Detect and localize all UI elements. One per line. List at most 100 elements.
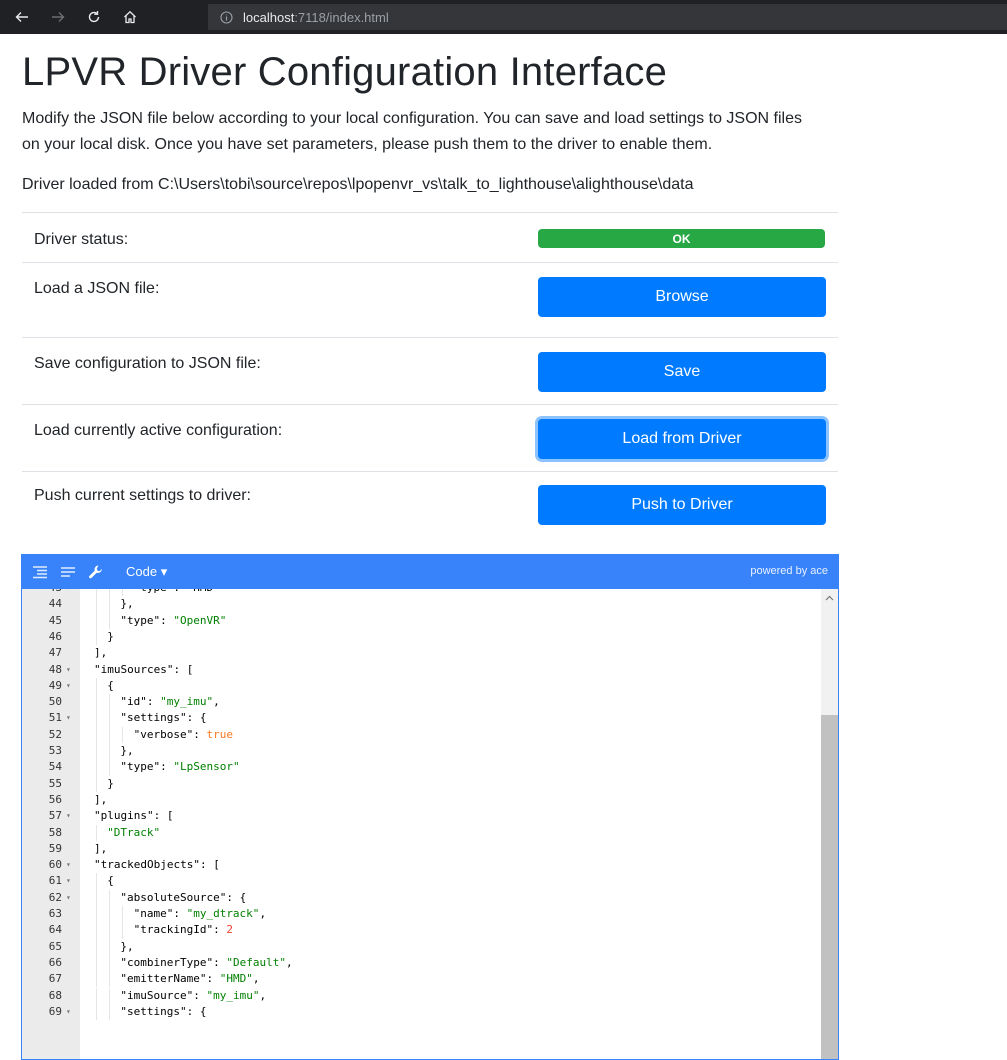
indent-guide [96, 971, 97, 988]
fold-toggle-icon[interactable]: ▾ [66, 678, 71, 694]
code-line: 45 "type": "OpenVR" [22, 612, 838, 629]
code-text: "name": "my_dtrack", [133, 907, 267, 920]
home-button[interactable] [112, 0, 148, 34]
indent-guide [96, 589, 97, 597]
line-number: 62 [48, 890, 62, 904]
compact-icon [61, 567, 75, 577]
code-line: 56], [22, 792, 838, 808]
mode-dropdown[interactable]: Code ▾ [126, 564, 167, 580]
page-title: LPVR Driver Configuration Interface [22, 50, 668, 94]
indent-guide [122, 726, 124, 743]
code-text: "emitterName": "HMD", [120, 972, 260, 986]
load-json-row: Load a JSON file: Browse [22, 262, 838, 338]
format-button[interactable] [26, 555, 54, 589]
code-text: "settings": { [120, 1004, 207, 1018]
address-bar[interactable]: localhost:7118/index.html [208, 4, 1007, 30]
fold-toggle-icon[interactable]: ▾ [66, 808, 71, 824]
load-json-label: Load a JSON file: [34, 280, 160, 297]
code-line: 51 ▾ "settings": { [22, 710, 838, 727]
code-text: "type": "HMD" [134, 589, 220, 596]
fold-toggle-icon[interactable]: ▾ [66, 589, 71, 596]
line-number: 48 [48, 662, 62, 676]
code-line: 63 "name": "my_dtrack", [22, 906, 838, 923]
code-text: "DTrack" [107, 825, 161, 839]
fold-toggle-icon[interactable]: ▾ [66, 662, 71, 678]
code-line: 65}, [22, 938, 838, 955]
powered-by-ace: powered by ace [750, 565, 828, 577]
line-number: 47 [48, 646, 62, 660]
push-label: Push current settings to driver: [34, 487, 251, 504]
indent-guide [109, 987, 111, 1004]
line-number: 60 [48, 858, 62, 872]
code-line: 68 "imuSource": "my_imu", [22, 987, 838, 1004]
code-text: ], [94, 841, 108, 855]
scroll-up-button[interactable] [821, 589, 838, 606]
fold-toggle-icon[interactable]: ▾ [66, 890, 71, 906]
fold-toggle-icon[interactable]: ▾ [66, 857, 71, 873]
code-line: 43 ▾ "type": "HMD" [22, 589, 838, 597]
repair-button[interactable] [82, 555, 110, 589]
code-text: "type": "OpenVR" [120, 613, 227, 627]
line-number: 51 [48, 711, 62, 725]
status-label: Driver status: [34, 231, 129, 248]
back-button[interactable] [4, 0, 40, 34]
code-line: 59], [22, 841, 838, 857]
json-editor: Code ▾ powered by ace 43▾"type": "HMD"44… [21, 554, 839, 1060]
indent-guide [96, 775, 97, 792]
code-text: "trackedObjects": [ [94, 858, 220, 872]
line-number: 55 [48, 776, 62, 790]
home-icon [124, 10, 136, 24]
code-area[interactable]: 43▾"type": "HMD"44},45"type": "OpenVR"46… [22, 589, 838, 1059]
code-text: "plugins": [ [94, 809, 174, 823]
indent-guide [109, 889, 111, 906]
indent-guide [122, 589, 124, 597]
code-text: "trackingId": 2 [133, 923, 233, 937]
push-to-driver-button[interactable]: Push to Driver [538, 485, 826, 525]
fold-toggle-icon[interactable]: ▾ [66, 710, 71, 726]
line-number: 50 [48, 695, 62, 709]
code-line: 48 ▾ "imuSources": [ [22, 662, 838, 678]
code-line: 50 "id": "my_imu", [22, 694, 838, 711]
save-button[interactable]: Save [538, 352, 826, 392]
fold-toggle-icon[interactable]: ▾ [66, 1004, 71, 1020]
intro-text: Modify the JSON file below according to … [22, 110, 802, 153]
load-from-driver-button[interactable]: Load from Driver [538, 419, 826, 459]
line-number: 67 [48, 972, 62, 986]
code-text: ], [94, 646, 108, 660]
url-path: :7118/index.html [294, 9, 389, 25]
status-row: Driver status: OK [22, 212, 838, 263]
line-number: 58 [48, 825, 62, 839]
indent-guide [96, 677, 97, 695]
browse-button[interactable]: Browse [538, 277, 826, 317]
load-active-row: Load currently active configuration: Loa… [22, 404, 838, 472]
line-number: 64 [48, 923, 62, 937]
scrollbar-thumb[interactable] [821, 715, 838, 1059]
code-text: "combinerType": "Default", [120, 955, 293, 969]
code-text: "absoluteSource": { [120, 890, 247, 904]
code-line: 49 ▾ { [22, 677, 838, 695]
code-line: 47], [22, 645, 838, 661]
code-text: "id": "my_imu", [120, 695, 220, 709]
wrench-icon [89, 565, 102, 579]
code-text: } [107, 776, 114, 790]
indent-guide [96, 694, 97, 711]
indent-guide [96, 759, 97, 776]
load-active-label: Load currently active configuration: [34, 422, 283, 439]
indent-guide [109, 954, 111, 972]
refresh-button[interactable] [76, 0, 112, 34]
fold-toggle-icon[interactable]: ▾ [66, 873, 71, 889]
indent-guide [96, 743, 97, 760]
arrow-left-icon [15, 12, 28, 22]
code-line: 60 ▾ "trackedObjects": [ [22, 857, 838, 873]
compact-button[interactable] [54, 555, 82, 589]
indent-guide [109, 1003, 111, 1021]
code-text: }, [120, 744, 134, 757]
refresh-icon [88, 11, 100, 23]
code-text: { [107, 874, 114, 888]
code-text: }, [120, 597, 134, 611]
editor-scrollbar[interactable] [821, 589, 838, 1059]
code-text: "type": "LpSensor" [120, 760, 240, 774]
forward-button[interactable] [40, 0, 76, 34]
indent-guide [109, 743, 111, 760]
format-icon [33, 566, 47, 579]
